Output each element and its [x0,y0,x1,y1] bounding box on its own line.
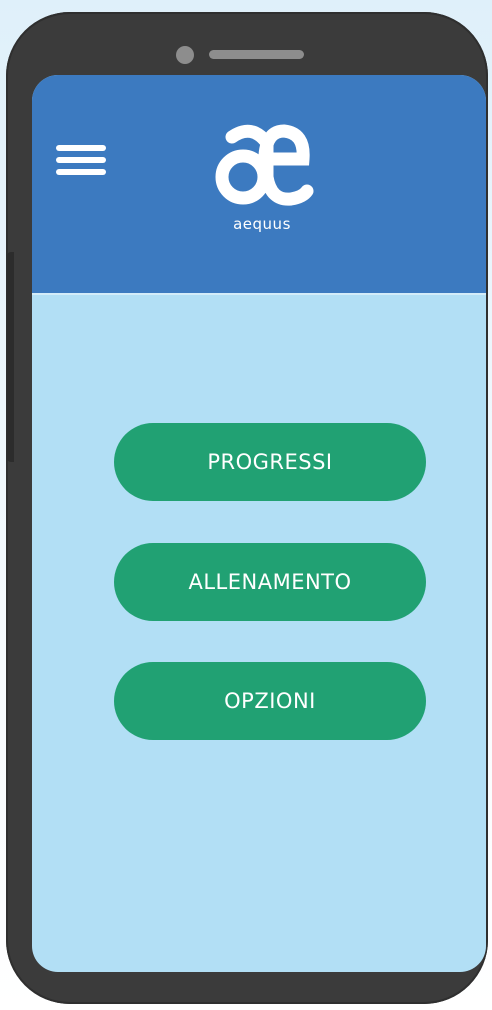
phone-frame: aequus PROGRESSI ALLENAMENTO OPZIONI [6,12,488,1004]
front-camera [176,46,194,64]
page-background: aequus PROGRESSI ALLENAMENTO OPZIONI [0,0,492,1010]
phone-side-button [7,252,14,462]
allenamento-button[interactable]: ALLENAMENTO [114,543,426,621]
progressi-button[interactable]: PROGRESSI [114,423,426,501]
ae-ligature-logo-icon [215,124,314,206]
earpiece-speaker [209,50,304,59]
hamburger-menu-icon[interactable] [56,143,108,179]
opzioni-button[interactable]: OPZIONI [114,662,426,740]
logo-wordmark: aequus [233,215,291,233]
app-logo: aequus [207,115,317,235]
app-screen: aequus PROGRESSI ALLENAMENTO OPZIONI [32,75,486,972]
app-header: aequus [32,75,486,295]
